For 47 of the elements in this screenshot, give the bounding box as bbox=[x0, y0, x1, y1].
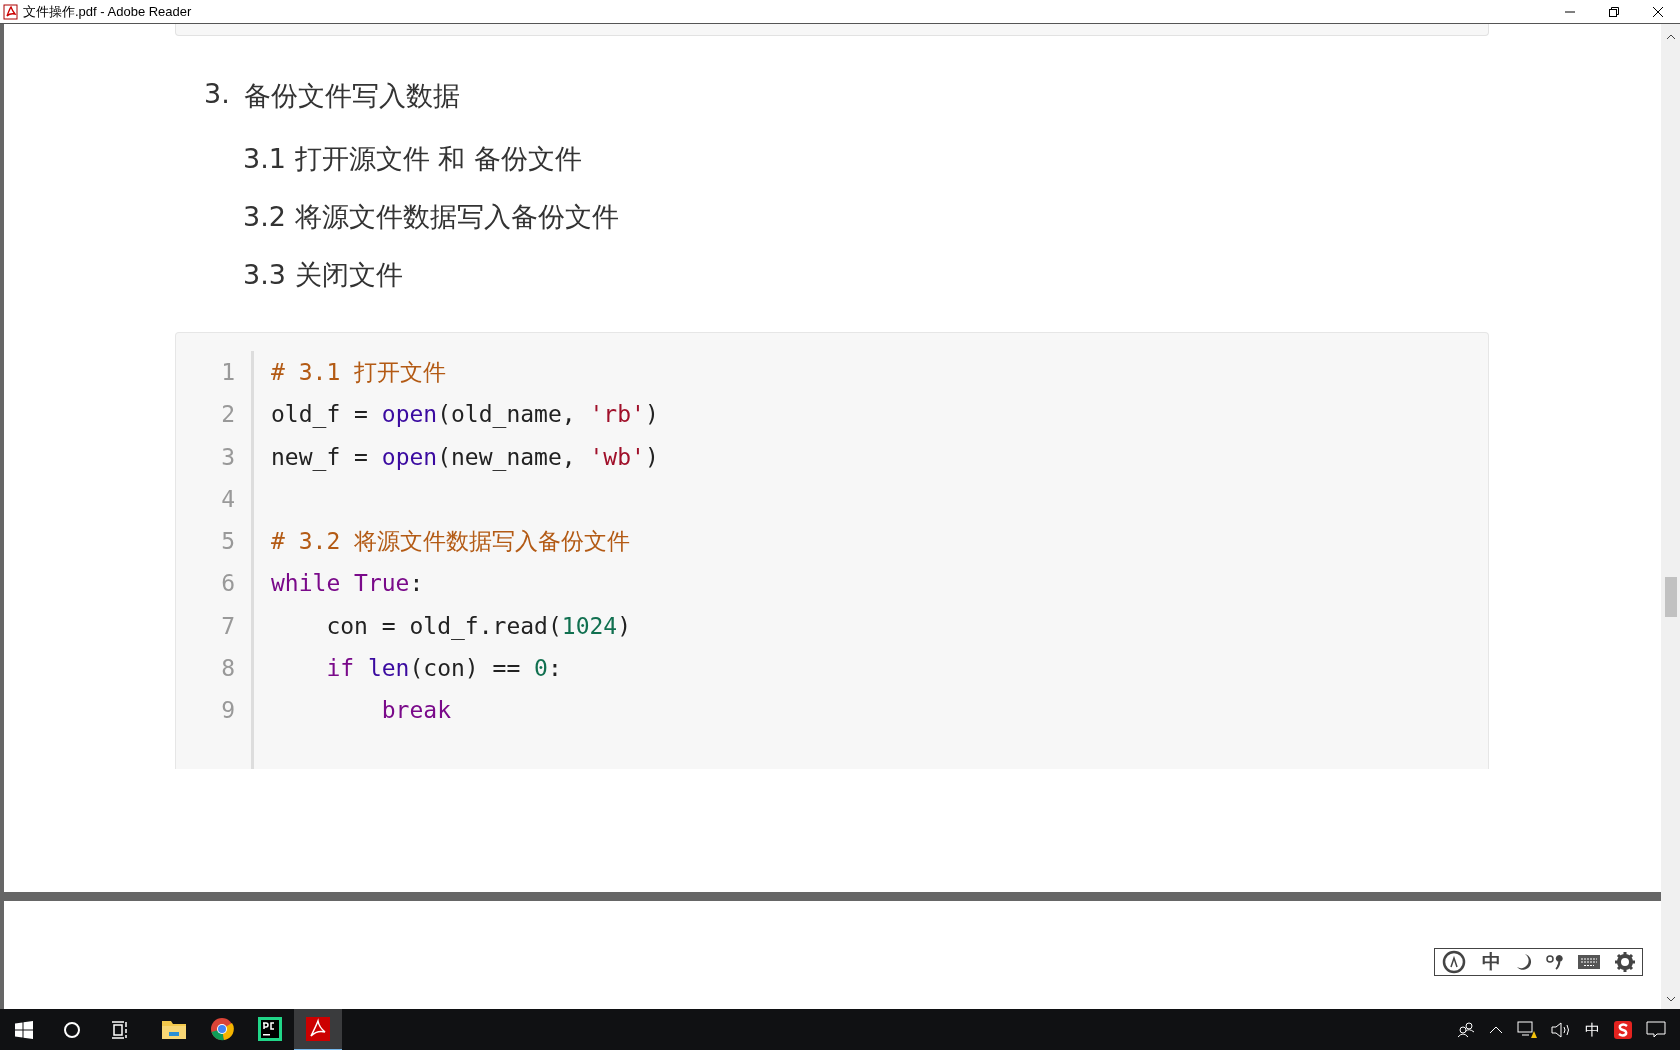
sogou-tray-icon[interactable] bbox=[1614, 1021, 1632, 1039]
close-icon[interactable] bbox=[1652, 5, 1664, 18]
scrollbar[interactable] bbox=[1661, 24, 1680, 1009]
subsection-item: 3.3 关闭文件 bbox=[243, 259, 403, 290]
volume-icon[interactable] bbox=[1551, 1022, 1571, 1038]
window-title: 文件操作.pdf - Adobe Reader bbox=[23, 2, 193, 21]
ide-icon[interactable] bbox=[258, 1017, 282, 1041]
line-number: 3 bbox=[221, 443, 235, 470]
line-number: 7 bbox=[221, 612, 235, 639]
subsection-item: 3.1 打开源文件 和 备份文件 bbox=[243, 143, 582, 174]
restore-icon[interactable] bbox=[1608, 5, 1620, 18]
line-number: 9 bbox=[221, 697, 235, 724]
notification-icon[interactable] bbox=[1646, 1021, 1666, 1039]
line-number: 6 bbox=[221, 570, 235, 597]
input-mode-toggle[interactable]: 中 bbox=[1482, 949, 1502, 975]
line-number: 1 bbox=[221, 359, 235, 385]
keyboard-icon[interactable] bbox=[1578, 955, 1601, 969]
browser-icon[interactable] bbox=[210, 1017, 234, 1041]
subsection-item: 3.2 将源文件数据写入备份文件 bbox=[243, 201, 619, 232]
code-line: new_f = open(new_name, 'wb') bbox=[271, 443, 659, 470]
task-view-icon[interactable] bbox=[111, 1021, 129, 1039]
language-indicator[interactable]: 中 bbox=[1585, 1020, 1600, 1040]
code-line: break bbox=[381, 697, 451, 724]
heading-number: 3. bbox=[204, 78, 230, 111]
pdf-reader-icon[interactable] bbox=[306, 1017, 330, 1041]
code-line: # 3.1 打开文件 bbox=[271, 359, 447, 385]
network-warning-icon[interactable] bbox=[1517, 1021, 1537, 1039]
line-number: 4 bbox=[221, 485, 235, 512]
section-heading: 备份文件写入数据 bbox=[243, 79, 460, 113]
line-number: 5 bbox=[221, 528, 235, 555]
code-line: old_f = open(old_name, 'rb') bbox=[271, 401, 659, 428]
code-line: con = old_f.read(1024) bbox=[326, 612, 632, 639]
taskbar-app[interactable] bbox=[294, 1009, 342, 1050]
search-icon[interactable] bbox=[63, 1021, 81, 1039]
line-number: 8 bbox=[221, 655, 235, 682]
line-number: 2 bbox=[221, 401, 235, 428]
settings-icon[interactable] bbox=[1614, 952, 1635, 972]
code-line: while True: bbox=[271, 570, 424, 597]
code-line: if len(con) == 0: bbox=[326, 655, 562, 682]
chevron-up-icon[interactable] bbox=[1489, 1026, 1503, 1034]
scroll-thumb[interactable] bbox=[1665, 577, 1677, 617]
pdf-file-icon bbox=[3, 3, 19, 20]
punctuation-icon[interactable] bbox=[1546, 954, 1565, 970]
windows-start-icon[interactable] bbox=[15, 1021, 33, 1039]
folder-icon[interactable] bbox=[162, 1019, 186, 1039]
code-line: # 3.2 将源文件数据写入备份文件 bbox=[271, 528, 631, 555]
people-icon[interactable] bbox=[1457, 1022, 1475, 1038]
